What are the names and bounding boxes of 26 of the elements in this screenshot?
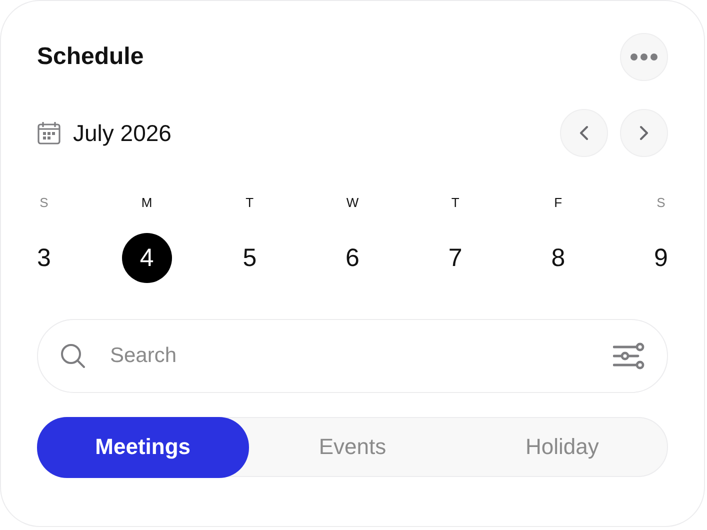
date-button[interactable]: 4 [122, 233, 172, 283]
date-button[interactable]: 8 [533, 233, 584, 283]
weekday-label: W [346, 195, 359, 212]
chevron-right-icon [639, 125, 649, 141]
date-button[interactable]: 9 [636, 233, 686, 283]
weekday-label: T [451, 195, 460, 212]
date-button[interactable]: 6 [327, 233, 378, 283]
weekday-label: T [246, 195, 254, 212]
search-bar[interactable]: Search [37, 319, 668, 393]
card-title: Schedule [37, 43, 144, 71]
more-button[interactable] [620, 33, 668, 81]
date-button[interactable]: 5 [224, 233, 275, 283]
weekday-label: S [40, 195, 48, 212]
date-button[interactable]: 7 [430, 233, 480, 283]
tab[interactable]: Meetings [36, 416, 250, 478]
weekday-label: M [141, 195, 152, 212]
calendar-icon [37, 121, 61, 145]
filter-icon[interactable] [613, 342, 645, 370]
date-button[interactable]: 3 [19, 233, 69, 283]
search-icon [60, 343, 86, 369]
more-icon [630, 53, 658, 61]
weekday-label: F [554, 195, 562, 212]
weekday-label: S [656, 195, 666, 212]
chevron-left-icon [579, 125, 589, 141]
search-field[interactable]: Search [108, 343, 591, 369]
month-label: July 2026 [73, 120, 172, 146]
